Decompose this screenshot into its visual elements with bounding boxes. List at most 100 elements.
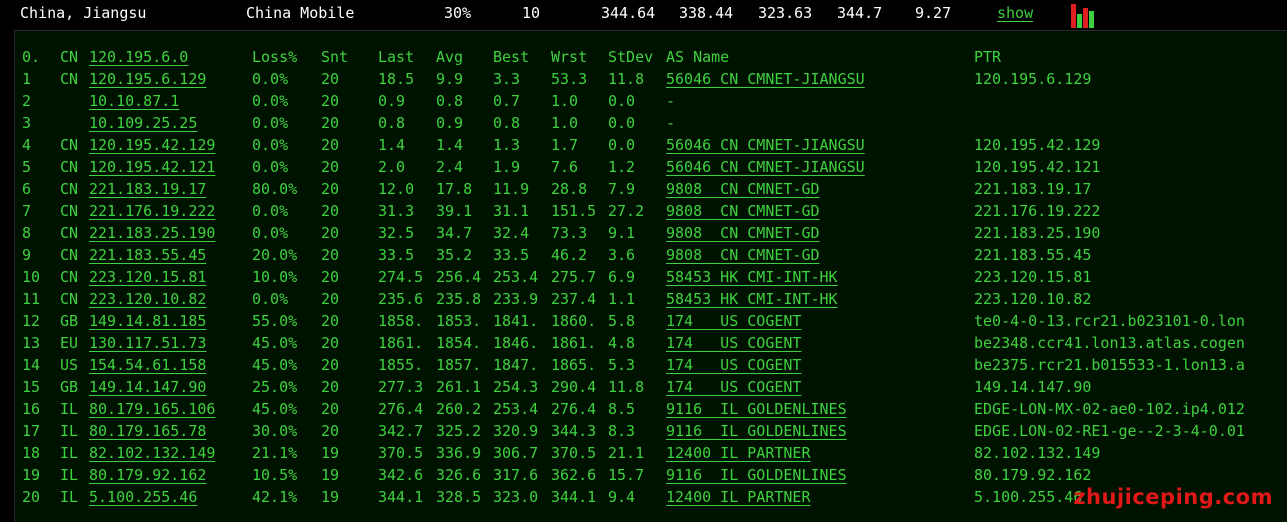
- table-row: 6 CN 221.183.19.17 80.0% 20 12.0 17.8 11.9 28.8 7…: [15, 178, 1287, 200]
- col-as-name: AS Name: [666, 48, 730, 66]
- stdev-value: 4.8: [608, 334, 636, 352]
- hop-index: 18: [22, 444, 41, 462]
- as-name-link[interactable]: 56046 CN CMNET-JIANGSU: [666, 68, 865, 90]
- ptr-value: 221.183.55.45: [974, 246, 1092, 264]
- best-value: 1846.: [493, 334, 539, 352]
- as-name-link[interactable]: 56046 CN CMNET-JIANGSU: [666, 134, 865, 156]
- last-value: 342.7: [378, 422, 424, 440]
- ptr-value: 223.120.10.82: [974, 290, 1092, 308]
- host-link[interactable]: 80.179.165.106: [89, 398, 215, 420]
- as-name-link[interactable]: 9808 CN CMNET-GD: [666, 244, 820, 266]
- wrst-value: 344.1: [551, 488, 597, 506]
- wrst-value: 151.5: [551, 202, 597, 220]
- wrst-value: 275.7: [551, 268, 597, 286]
- best-value: 0.8: [493, 114, 521, 132]
- country-code: IL: [60, 422, 79, 440]
- hop-index: 9: [22, 246, 32, 264]
- last-value: 344.1: [378, 488, 424, 506]
- table-row: 16 IL 80.179.165.106 45.0% 20 276.4 260.2 253.4…: [15, 398, 1287, 420]
- as-name-link[interactable]: 174 US COGENT: [666, 354, 801, 376]
- best-value: 317.6: [493, 466, 539, 484]
- loss-value: 0.0%: [252, 70, 289, 88]
- avg-value: 336.9: [436, 444, 482, 462]
- country-code: CN: [60, 70, 79, 88]
- as-name-link[interactable]: 9116 IL GOLDENLINES: [666, 420, 847, 442]
- host-link[interactable]: 223.120.15.81: [89, 266, 206, 288]
- host-link[interactable]: 120.195.6.0: [89, 46, 188, 68]
- country-code: IL: [60, 466, 79, 484]
- as-name-link[interactable]: 12400 IL PARTNER: [666, 486, 811, 508]
- snt-value: 20: [321, 92, 340, 110]
- as-name-link[interactable]: 174 US COGENT: [666, 376, 801, 398]
- loss-value: 0.0%: [252, 290, 289, 308]
- show-link[interactable]: show: [997, 4, 1033, 22]
- stdev-value: 6.9: [608, 268, 636, 286]
- as-name-link[interactable]: 9808 CN CMNET-GD: [666, 222, 820, 244]
- host-link[interactable]: 221.176.19.222: [89, 200, 215, 222]
- wrst-value: 53.3: [551, 70, 588, 88]
- hop-index: 7: [22, 202, 32, 220]
- col-loss: Loss%: [252, 48, 298, 66]
- as-name-link[interactable]: 174 US COGENT: [666, 332, 801, 354]
- host-link[interactable]: 221.183.19.17: [89, 178, 206, 200]
- as-name-link[interactable]: 56046 CN CMNET-JIANGSU: [666, 156, 865, 178]
- last-value: 31.3: [378, 202, 415, 220]
- stdev-value: 1.1: [608, 290, 636, 308]
- last-value: 1.4: [378, 136, 406, 154]
- as-name-link[interactable]: 9116 IL GOLDENLINES: [666, 464, 847, 486]
- host-link[interactable]: 130.117.51.73: [89, 332, 206, 354]
- host-link[interactable]: 154.54.61.158: [89, 354, 206, 376]
- table-row: 17 IL 80.179.165.78 30.0% 20 342.7 325.2 320.9 3…: [15, 420, 1287, 442]
- country-code: CN: [60, 224, 79, 242]
- host-link[interactable]: 149.14.147.90: [89, 376, 206, 398]
- host-link[interactable]: 120.195.42.129: [89, 134, 215, 156]
- host-link[interactable]: 149.14.81.185: [89, 310, 206, 332]
- wrst-value: 276.4: [551, 400, 597, 418]
- as-name-link[interactable]: 58453 HK CMI-INT-HK: [666, 266, 838, 288]
- avg-value: 35.2: [436, 246, 473, 264]
- avg-value: 1857.: [436, 356, 482, 374]
- as-name-link[interactable]: 9808 CN CMNET-GD: [666, 178, 820, 200]
- loss-value: 0.0%: [252, 92, 289, 110]
- as-name-link[interactable]: 58453 HK CMI-INT-HK: [666, 288, 838, 310]
- host-link[interactable]: 10.10.87.1: [89, 90, 179, 112]
- stdev-value: 11.8: [608, 70, 645, 88]
- last-value: 276.4: [378, 400, 424, 418]
- loss-value: 21.1%: [252, 444, 298, 462]
- traceroute-panel: 0. CN 120.195.6.0 Loss% Snt Last Avg Bes…: [14, 30, 1287, 522]
- avg-value: 34.7: [436, 224, 473, 242]
- host-link[interactable]: 120.195.42.121: [89, 156, 215, 178]
- last-value: 370.5: [378, 444, 424, 462]
- as-name-link[interactable]: 12400 IL PARTNER: [666, 442, 811, 464]
- snt-value: 20: [321, 334, 340, 352]
- loss-value: 42.1%: [252, 488, 298, 506]
- host-link[interactable]: 10.109.25.25: [89, 112, 197, 134]
- table-row: 9 CN 221.183.55.45 20.0% 20 33.5 35.2 33.5 46.2 3…: [15, 244, 1287, 266]
- best-value: 11.9: [493, 180, 530, 198]
- host-link[interactable]: 80.179.165.78: [89, 420, 206, 442]
- as-name-link[interactable]: 9116 IL GOLDENLINES: [666, 398, 847, 420]
- ptr-value: EDGE-LON-MX-02-ae0-102.ip4.012: [974, 400, 1245, 418]
- as-name-link[interactable]: 9808 CN CMNET-GD: [666, 200, 820, 222]
- host-link[interactable]: 82.102.132.149: [89, 442, 215, 464]
- host-link[interactable]: 221.183.55.45: [89, 244, 206, 266]
- host-link[interactable]: 223.120.10.82: [89, 288, 206, 310]
- avg-value: 2.4: [436, 158, 464, 176]
- ptr-value: te0-4-0-13.rcr21.b023101-0.lon: [974, 312, 1245, 330]
- wrst-value: 73.3: [551, 224, 588, 242]
- table-row: 4 CN 120.195.42.129 0.0% 20 1.4 1.4 1.3 1.7 0.0 56…: [15, 134, 1287, 156]
- stdev-value: 5.3: [608, 356, 636, 374]
- country-code: CN: [60, 246, 79, 264]
- host-link[interactable]: 5.100.255.46: [89, 486, 197, 508]
- snt-value: 20: [321, 158, 340, 176]
- host-link[interactable]: 80.179.92.162: [89, 464, 206, 486]
- col-ptr: PTR: [974, 48, 1002, 66]
- host-link[interactable]: 221.183.25.190: [89, 222, 215, 244]
- as-name-link[interactable]: 174 US COGENT: [666, 310, 801, 332]
- host-link[interactable]: 120.195.6.129: [89, 68, 206, 90]
- last-value: 235.6: [378, 290, 424, 308]
- country-code: IL: [60, 400, 79, 418]
- value-4: 344.7: [837, 4, 883, 22]
- loss-value: 45.0%: [252, 400, 298, 418]
- snt-value: 20: [321, 422, 340, 440]
